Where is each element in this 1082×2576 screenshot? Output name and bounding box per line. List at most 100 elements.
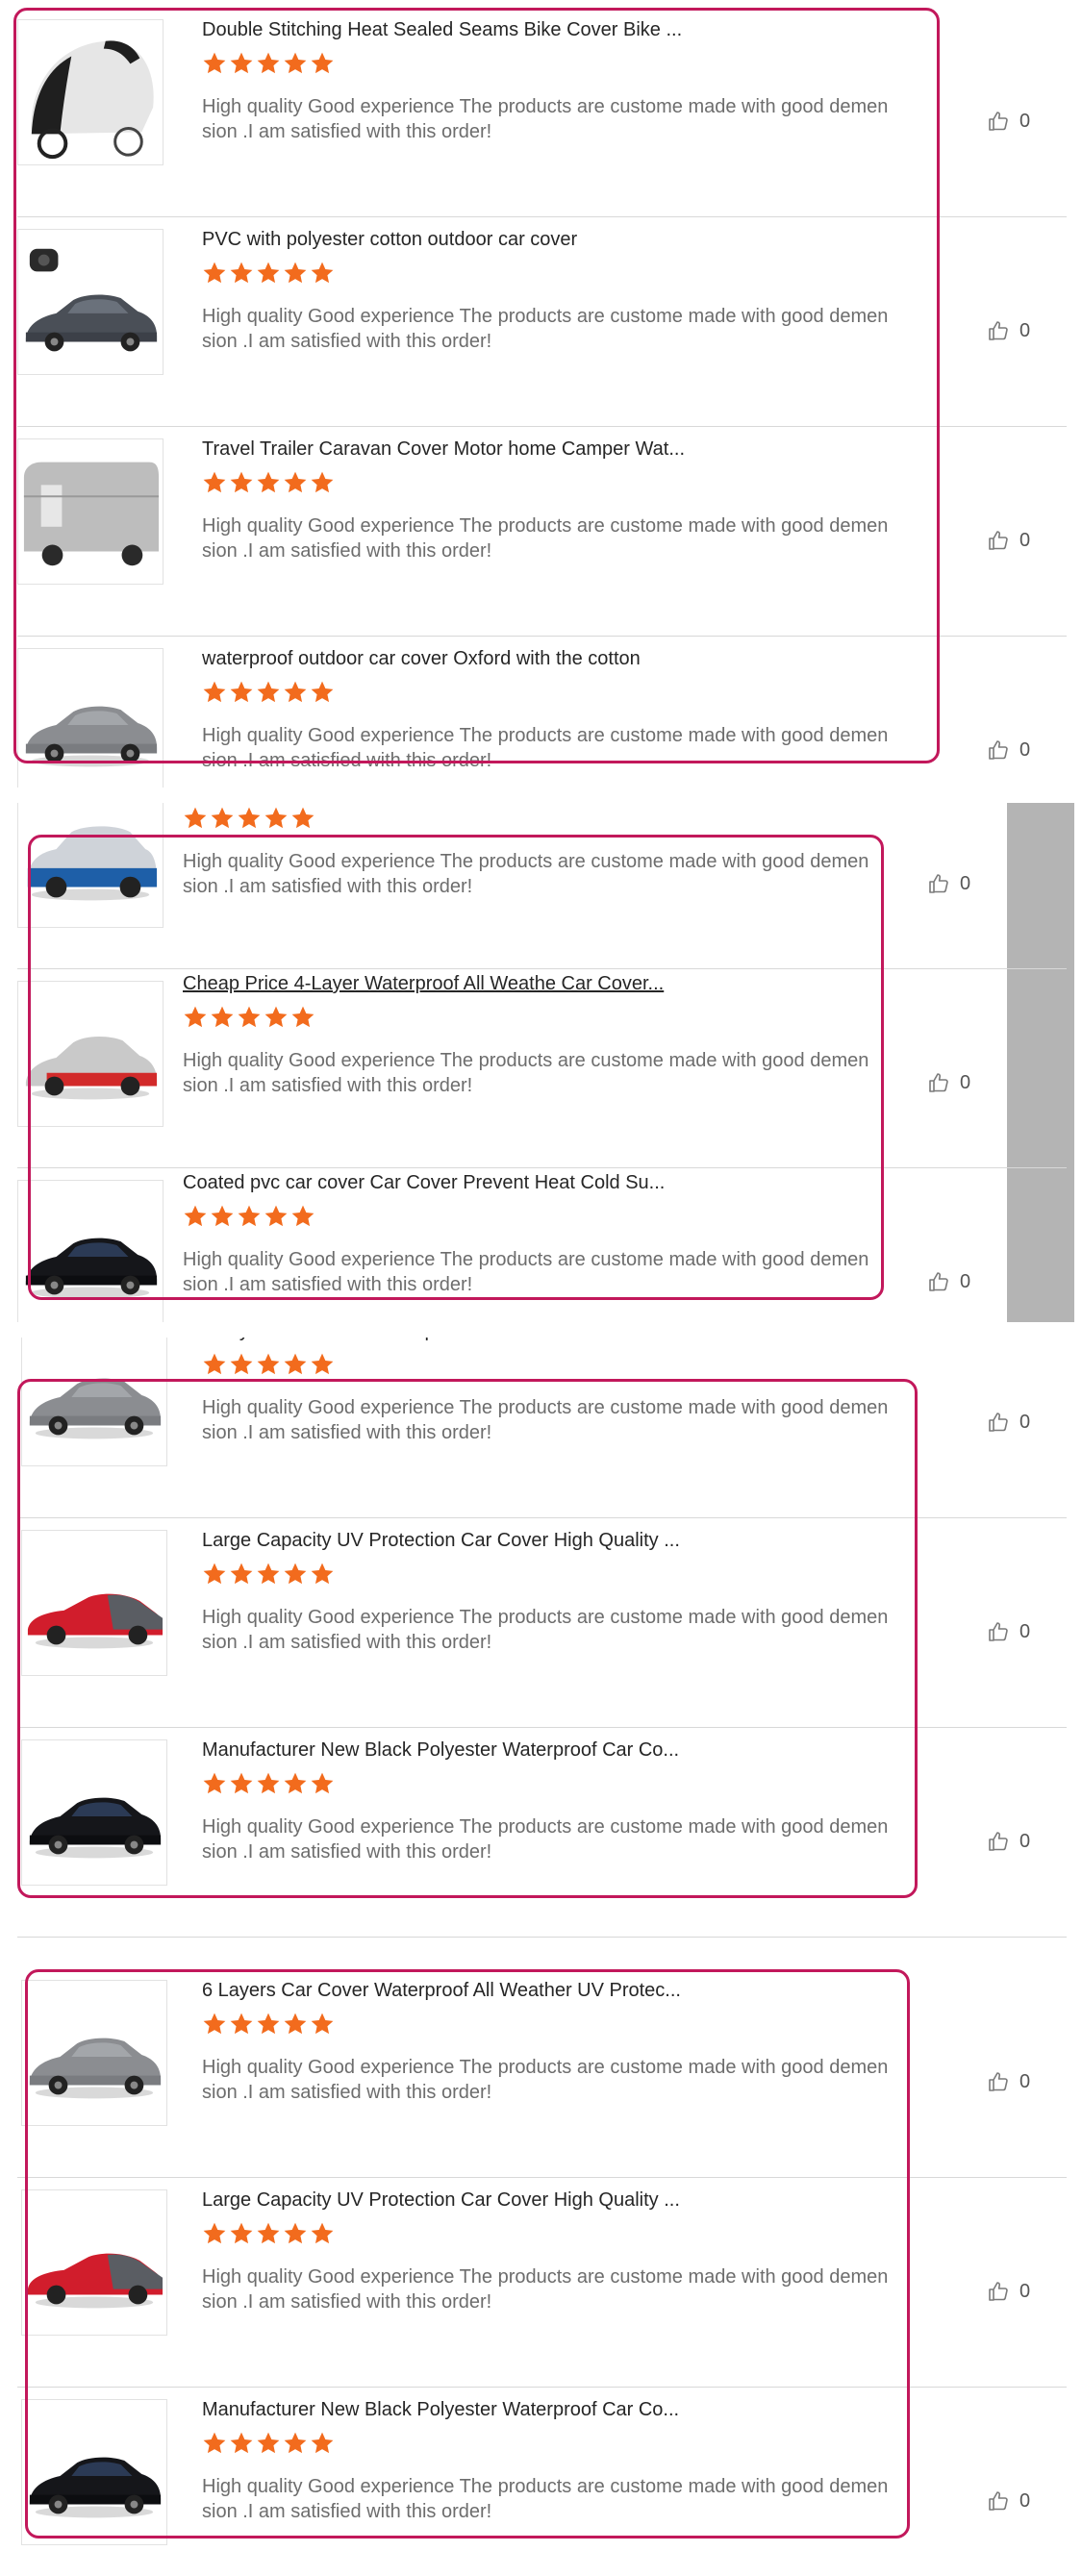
blue-suv-cover-image[interactable] bbox=[17, 803, 164, 928]
like-button[interactable]: 0 bbox=[987, 110, 1030, 133]
black-car-cover-image[interactable] bbox=[21, 1739, 167, 1886]
review-item[interactable]: Manufacturer New Black Polyester Waterpr… bbox=[13, 1728, 1074, 1938]
star-icon bbox=[202, 1562, 227, 1587]
star-rating bbox=[202, 1562, 335, 1587]
product-title-link[interactable]: Large Capacity UV Protection Car Cover H… bbox=[202, 2189, 680, 2212]
star-icon bbox=[229, 470, 254, 495]
thumbs-up-icon bbox=[987, 1620, 1010, 1643]
product-title-link[interactable]: Large Capacity UV Protection Car Cover H… bbox=[202, 1530, 680, 1552]
star-icon bbox=[256, 1562, 281, 1587]
like-count: 0 bbox=[960, 1270, 971, 1292]
review-line: High quality Good experience The product… bbox=[202, 1607, 889, 1628]
product-title-link[interactable]: Manufacturer New Black Polyester Waterpr… bbox=[202, 2399, 679, 2421]
red-car-cover-image[interactable] bbox=[17, 981, 164, 1127]
grey-car-cover-image[interactable] bbox=[17, 648, 164, 788]
review-item[interactable]: Double Stitching Heat Sealed Seams Bike … bbox=[13, 8, 1074, 217]
star-icon bbox=[256, 2012, 281, 2037]
review-item[interactable]: Large Capacity UV Protection Car Cover H… bbox=[13, 2178, 1074, 2388]
star-icon bbox=[283, 51, 308, 76]
review-text: High quality Good experience The product… bbox=[202, 304, 888, 354]
like-count: 0 bbox=[1019, 738, 1031, 761]
like-button[interactable]: 0 bbox=[987, 529, 1030, 552]
thumbs-up-icon bbox=[987, 1830, 1010, 1853]
product-title-link[interactable]: Travel Trailer Caravan Cover Motor home … bbox=[202, 438, 685, 461]
product-title-link[interactable]: 6 Layers Car Cover Waterproof All Weathe… bbox=[202, 1338, 681, 1342]
review-text: High quality Good experience The product… bbox=[202, 2264, 888, 2314]
thumbs-up-icon bbox=[987, 1411, 1010, 1434]
review-panel: Hot Selling 4 Layers Outdoor SUV Car Cov… bbox=[13, 803, 1074, 1322]
star-icon bbox=[256, 680, 281, 705]
star-icon bbox=[283, 470, 308, 495]
review-line: High quality Good experience The product… bbox=[202, 306, 889, 327]
product-title-link[interactable]: waterproof outdoor car cover Oxford with… bbox=[202, 648, 641, 670]
star-icon bbox=[264, 806, 289, 831]
red-sports-car-cover-image[interactable] bbox=[21, 2189, 167, 2336]
review-item[interactable]: 6 Layers Car Cover Waterproof All Weathe… bbox=[13, 1338, 1074, 1518]
grey-car-cover-image[interactable] bbox=[21, 1980, 167, 2126]
red-sports-car-cover-image[interactable] bbox=[21, 1530, 167, 1676]
product-title-link[interactable]: 6 Layers Car Cover Waterproof All Weathe… bbox=[202, 1980, 681, 2002]
grey-car-cover-image[interactable] bbox=[21, 1338, 167, 1466]
star-icon bbox=[310, 261, 335, 286]
star-icon bbox=[229, 1352, 254, 1377]
star-icon bbox=[283, 680, 308, 705]
bike-cover-image[interactable] bbox=[17, 19, 164, 165]
product-title-link[interactable]: Cheap Price 4-Layer Waterproof All Weath… bbox=[183, 973, 664, 995]
like-button[interactable]: 0 bbox=[927, 872, 970, 895]
row-divider bbox=[17, 1937, 1067, 1938]
caravan-cover-image[interactable] bbox=[17, 438, 164, 585]
star-icon bbox=[310, 470, 335, 495]
star-rating bbox=[202, 2012, 335, 2037]
like-button[interactable]: 0 bbox=[987, 1830, 1030, 1853]
like-button[interactable]: 0 bbox=[987, 319, 1030, 342]
product-title-link[interactable]: Double Stitching Heat Sealed Seams Bike … bbox=[202, 19, 682, 41]
product-title-link[interactable]: Manufacturer New Black Polyester Waterpr… bbox=[202, 1739, 679, 1762]
review-text: High quality Good experience The product… bbox=[183, 1048, 868, 1098]
star-icon bbox=[310, 2431, 335, 2456]
review-line: High quality Good experience The product… bbox=[202, 515, 889, 537]
star-icon bbox=[256, 470, 281, 495]
like-button[interactable]: 0 bbox=[927, 1071, 970, 1094]
review-item[interactable]: Large Capacity UV Protection Car Cover H… bbox=[13, 1518, 1074, 1728]
star-rating bbox=[202, 1352, 335, 1377]
review-item[interactable]: Coated pvc car cover Car Cover Prevent H… bbox=[13, 1168, 1074, 1322]
black-car-cover-image[interactable] bbox=[21, 2399, 167, 2545]
star-rating bbox=[202, 261, 335, 286]
star-icon bbox=[202, 470, 227, 495]
like-button[interactable]: 0 bbox=[927, 1270, 970, 1293]
like-button[interactable]: 0 bbox=[987, 1620, 1030, 1643]
star-icon bbox=[202, 680, 227, 705]
review-line: High quality Good experience The product… bbox=[202, 96, 889, 117]
review-line: sion .I am satisfied with this order! bbox=[183, 1274, 473, 1295]
dark-car-cover-image[interactable] bbox=[17, 229, 164, 375]
review-item[interactable]: Travel Trailer Caravan Cover Motor home … bbox=[13, 427, 1074, 637]
review-item[interactable]: Cheap Price 4-Layer Waterproof All Weath… bbox=[13, 969, 1074, 1168]
star-icon bbox=[202, 261, 227, 286]
review-text: High quality Good experience The product… bbox=[202, 2474, 888, 2524]
review-item[interactable]: Manufacturer New Black Polyester Waterpr… bbox=[13, 2388, 1074, 2574]
like-button[interactable]: 0 bbox=[987, 2070, 1030, 2093]
like-count: 0 bbox=[1019, 319, 1031, 341]
product-title-link[interactable]: PVC with polyester cotton outdoor car co… bbox=[202, 229, 577, 251]
star-icon bbox=[229, 261, 254, 286]
review-line: sion .I am satisfied with this order! bbox=[202, 2501, 492, 2522]
review-item[interactable]: PVC with polyester cotton outdoor car co… bbox=[13, 217, 1074, 427]
like-button[interactable]: 0 bbox=[987, 738, 1030, 762]
like-button[interactable]: 0 bbox=[987, 2280, 1030, 2303]
star-rating bbox=[202, 470, 335, 495]
thumbs-up-icon bbox=[927, 1270, 950, 1293]
black-car-cover-image[interactable] bbox=[17, 1180, 164, 1322]
thumbs-up-icon bbox=[987, 529, 1010, 552]
review-item[interactable]: waterproof outdoor car cover Oxford with… bbox=[13, 637, 1074, 788]
like-button[interactable]: 0 bbox=[987, 1411, 1030, 1434]
review-item[interactable]: 6 Layers Car Cover Waterproof All Weathe… bbox=[13, 1968, 1074, 2178]
like-count: 0 bbox=[1019, 2280, 1031, 2302]
review-line: sion .I am satisfied with this order! bbox=[202, 750, 492, 771]
star-rating bbox=[183, 1005, 315, 1030]
star-rating bbox=[202, 51, 335, 76]
product-title-link[interactable]: Coated pvc car cover Car Cover Prevent H… bbox=[183, 1172, 665, 1194]
star-icon bbox=[237, 806, 262, 831]
like-button[interactable]: 0 bbox=[987, 2489, 1030, 2513]
review-item[interactable]: Hot Selling 4 Layers Outdoor SUV Car Cov… bbox=[13, 803, 1074, 969]
review-panel: 6 Layers Car Cover Waterproof All Weathe… bbox=[13, 1338, 1074, 1946]
